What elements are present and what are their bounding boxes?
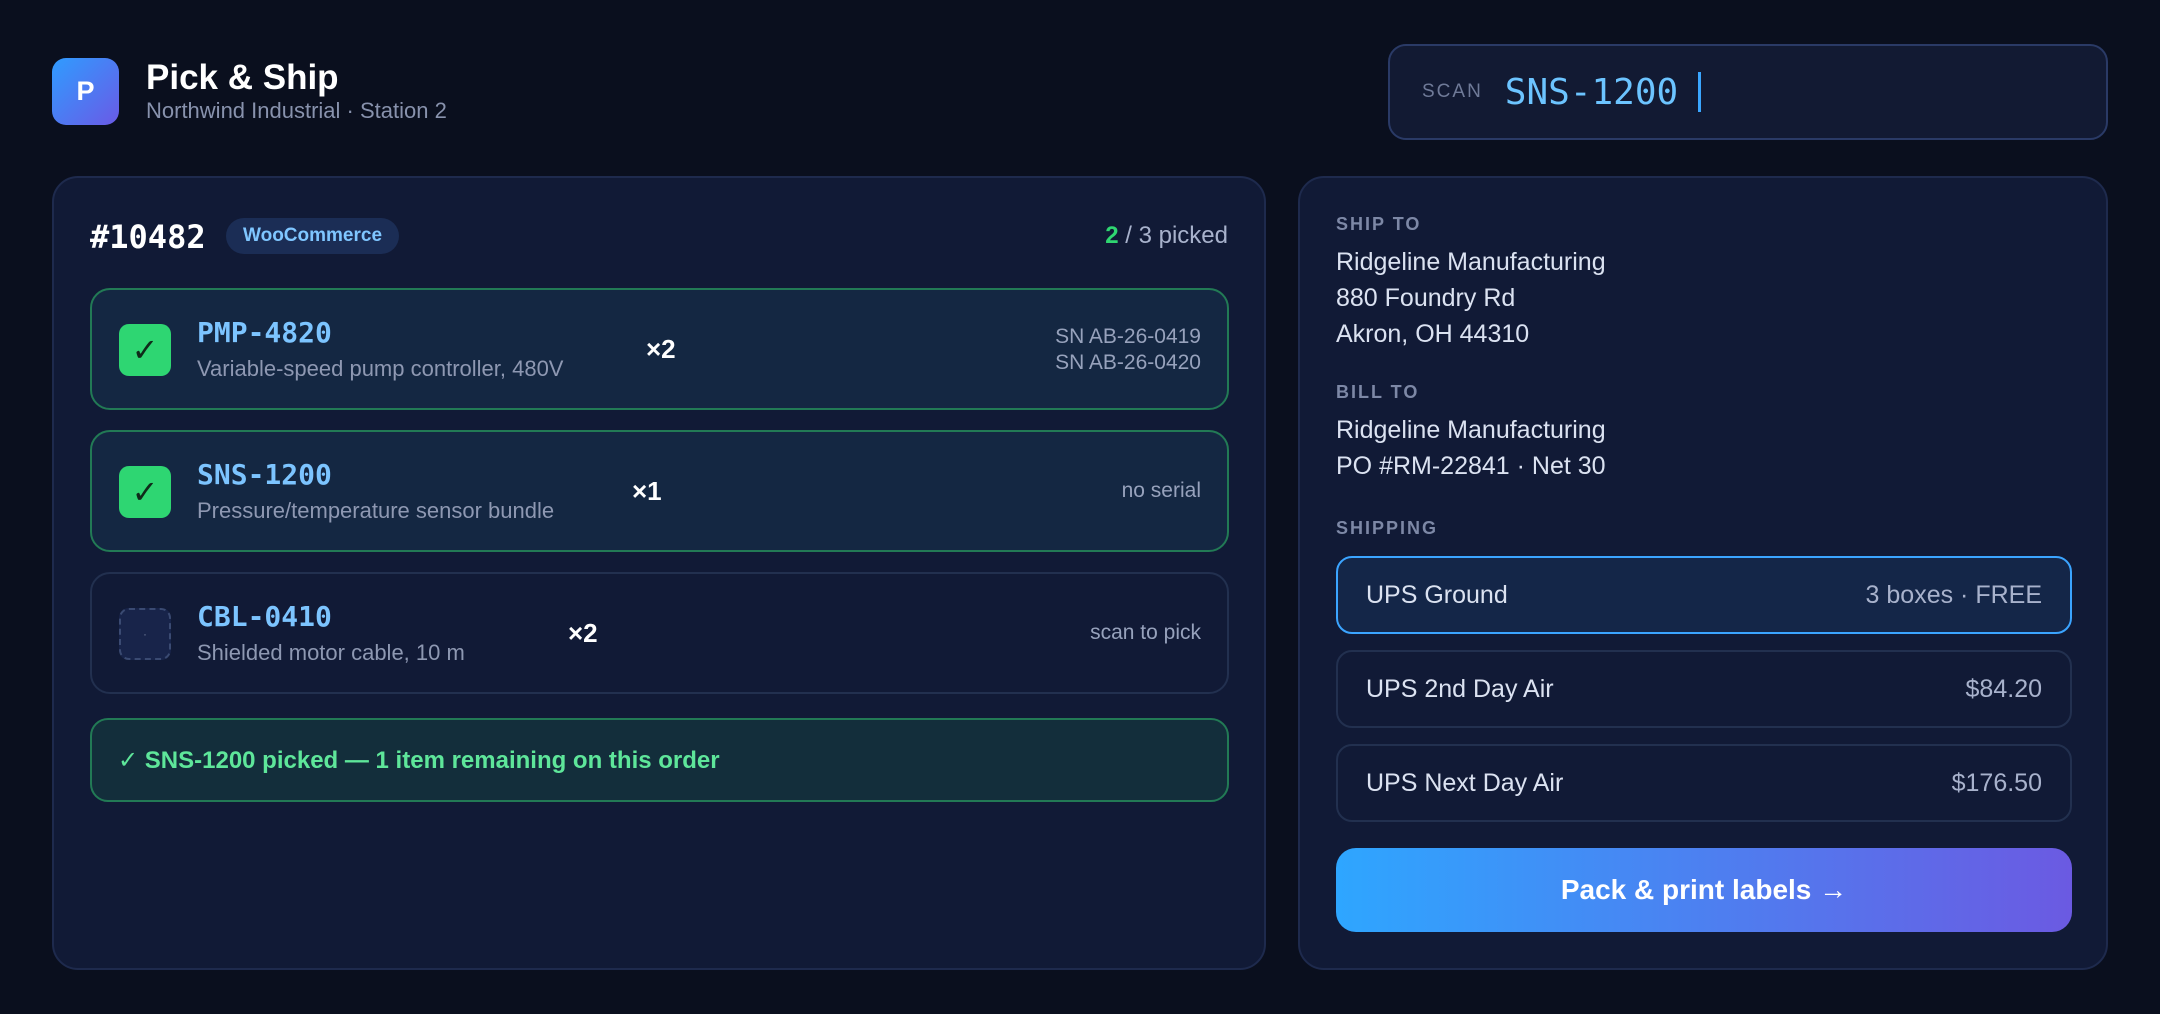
order-item[interactable]: ✓ SNS-1200 Pressure/temperature sensor b…	[90, 430, 1229, 552]
item-sku: CBL-0410	[197, 600, 332, 633]
item-description: Variable-speed pump controller, 480V	[197, 356, 564, 381]
shipping-option-name: UPS 2nd Day Air	[1366, 674, 1554, 703]
item-description: Pressure/temperature sensor bundle	[197, 498, 555, 523]
scan-value[interactable]: SNS-1200	[1505, 72, 1678, 113]
item-quantity: ×2	[646, 334, 676, 364]
order-panel: #10482 WooCommerce 2 / 3 picked ✓ PMP-48…	[52, 176, 1266, 970]
address-line: Ridgeline Manufacturing	[1336, 248, 1606, 276]
serial-number: SN AB-26-0419	[1055, 325, 1201, 348]
shipping-option-ups-next-day-air[interactable]: UPS Next Day Air $176.50	[1336, 744, 2072, 822]
shipping-option-name: UPS Ground	[1366, 580, 1508, 609]
text-caret	[1698, 72, 1702, 112]
scan-label: SCAN	[1422, 81, 1483, 102]
order-header: #10482 WooCommerce 2 / 3 picked	[90, 218, 1228, 258]
item-sku: PMP-4820	[197, 316, 332, 349]
order-item[interactable]: · CBL-0410 Shielded motor cable, 10 m ×2…	[90, 572, 1229, 694]
checkmark-icon: ✓	[119, 324, 171, 376]
bill-to-address: Ridgeline Manufacturing PO #RM-22841 · N…	[1336, 412, 1606, 484]
bill-to-label: BILL TO	[1336, 382, 1420, 402]
scan-input[interactable]: SCAN SNS-1200	[1388, 44, 2108, 140]
picked-count: 2 / 3 picked	[1105, 222, 1228, 250]
item-description: Shielded motor cable, 10 m	[197, 640, 465, 665]
item-status-hint: scan to pick	[1090, 621, 1201, 644]
shipping-panel: SHIP TO Ridgeline Manufacturing 880 Foun…	[1298, 176, 2108, 970]
shipping-option-price: $84.20	[1965, 674, 2042, 703]
address-line: Ridgeline Manufacturing	[1336, 416, 1606, 444]
top-bar: P Pick & Ship Northwind Industrial · Sta…	[52, 44, 2108, 140]
shipping-label: SHIPPING	[1336, 518, 1439, 538]
app-subtitle: Northwind Industrial · Station 2	[146, 98, 447, 123]
pick-status-message: ✓ SNS-1200 picked — 1 item remaining on …	[90, 718, 1229, 802]
shipping-option-ups-ground[interactable]: UPS Ground 3 boxes · FREE	[1336, 556, 2072, 634]
picked-count-number: 2	[1105, 222, 1119, 249]
pending-icon: ·	[119, 608, 171, 660]
pack-and-print-button[interactable]: Pack & print labels →	[1336, 848, 2072, 932]
item-serial-note: no serial	[1121, 479, 1201, 502]
shipping-option-ups-2nd-day-air[interactable]: UPS 2nd Day Air $84.20	[1336, 650, 2072, 728]
item-serials: SN AB-26-0419 SN AB-26-0420	[1055, 324, 1201, 376]
address-line: PO #RM-22841 · Net 30	[1336, 452, 1606, 480]
ship-to-address: Ridgeline Manufacturing 880 Foundry Rd A…	[1336, 244, 1606, 352]
order-source-badge: WooCommerce	[226, 218, 400, 254]
shipping-option-name: UPS Next Day Air	[1366, 768, 1564, 797]
item-quantity: ×2	[568, 618, 598, 648]
address-line: Akron, OH 44310	[1336, 320, 1530, 348]
checkmark-icon: ✓	[119, 466, 171, 518]
order-number: #10482	[90, 218, 206, 256]
item-sku: SNS-1200	[197, 458, 332, 491]
ship-to-label: SHIP TO	[1336, 214, 1422, 234]
shipping-option-price: $176.50	[1951, 768, 2042, 797]
address-line: 880 Foundry Rd	[1336, 284, 1516, 312]
app-title: Pick & Ship	[146, 58, 339, 97]
order-item[interactable]: ✓ PMP-4820 Variable-speed pump controlle…	[90, 288, 1229, 410]
app-logo: P	[52, 58, 119, 125]
item-quantity: ×1	[632, 476, 662, 506]
picked-count-total: / 3 picked	[1118, 222, 1228, 249]
serial-number: SN AB-26-0420	[1055, 351, 1201, 374]
shipping-option-price: 3 boxes · FREE	[1865, 580, 2042, 609]
